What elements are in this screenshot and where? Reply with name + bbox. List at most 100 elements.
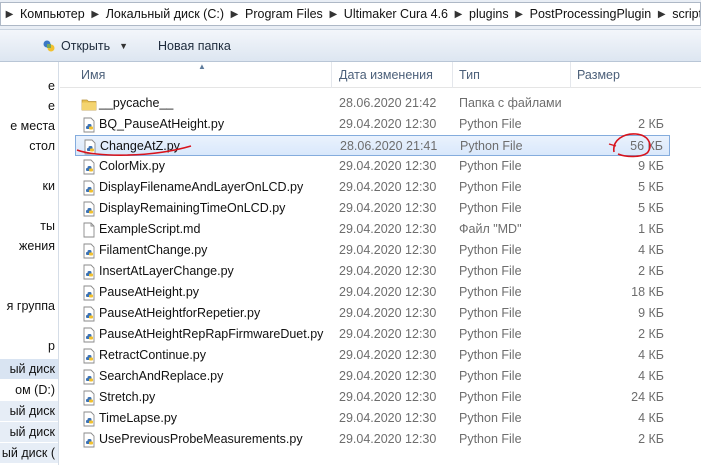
nav-item[interactable]: стол xyxy=(0,136,58,156)
file-type: Python File xyxy=(459,432,522,446)
nav-item[interactable] xyxy=(0,196,58,216)
breadcrumb-item[interactable]: ▶ Локальный диск (C:) xyxy=(87,3,226,25)
open-button[interactable]: Открыть ▼ xyxy=(34,34,136,58)
breadcrumb-separator-icon[interactable]: ▶ xyxy=(87,9,104,20)
nav-item[interactable]: я группа xyxy=(0,296,58,316)
python-file-icon xyxy=(83,411,95,427)
nav-item[interactable]: ый диск xyxy=(0,359,58,379)
navigation-pane: ее е места стол ки ты жения я группа р ый диск ом… xyxy=(0,62,59,465)
chevron-down-icon[interactable]: ▼ xyxy=(119,41,128,51)
nav-item-label: ый диск xyxy=(9,404,55,418)
file-size: 5 КБ xyxy=(638,201,664,215)
file-row[interactable]: UsePreviousProbeMeasurements.py 29.04.202… xyxy=(75,429,670,450)
python-file-icon xyxy=(83,432,95,448)
breadcrumb-label: Локальный диск (C:) xyxy=(105,7,224,21)
folder-icon xyxy=(81,99,97,111)
breadcrumb-label: Компьютер xyxy=(20,7,85,21)
file-row[interactable]: BQ_PauseAtHeight.py 29.04.2020 12:30 Pytho… xyxy=(75,114,670,135)
generic-file-icon xyxy=(83,222,95,238)
file-type: Папка с файлами xyxy=(459,96,562,110)
open-icon xyxy=(43,40,55,51)
breadcrumb-item[interactable]: ▶scripts xyxy=(653,3,700,25)
breadcrumb-separator-icon[interactable]: ▶ xyxy=(1,9,18,20)
nav-item[interactable]: ый диск ( xyxy=(0,443,58,463)
nav-item[interactable]: ый диск xyxy=(0,422,58,442)
file-date: 29.04.2020 12:30 xyxy=(339,411,437,425)
file-size: 9 КБ xyxy=(638,159,664,173)
column-type[interactable]: Тип xyxy=(453,62,571,88)
python-file-icon xyxy=(83,180,95,196)
nav-item[interactable] xyxy=(0,256,58,276)
file-date: 29.04.2020 12:30 xyxy=(339,264,437,278)
toolbar: Открыть ▼ Новая папка xyxy=(0,30,701,62)
nav-item[interactable] xyxy=(0,316,58,336)
file-list: Имя ▲ Дата изменения Тип Размер __pycach… xyxy=(60,62,701,465)
file-name: Stretch.py xyxy=(99,390,156,404)
file-row[interactable]: PauseAtHeightforRepetier.py 29.04.2020 12… xyxy=(75,303,670,324)
column-name-label: Имя xyxy=(81,68,106,82)
column-size[interactable]: Размер xyxy=(571,62,671,88)
file-row[interactable]: RetractContinue.py 29.04.2020 12:30 Python… xyxy=(75,345,670,366)
file-row[interactable]: Stretch.py 29.04.2020 12:30 Python File 24 … xyxy=(75,387,670,408)
breadcrumb-item[interactable]: ▶ Ultimaker Cura 4.6 xyxy=(325,3,450,25)
file-row[interactable]: DisplayRemainingTimeOnLCD.py 29.04.2020 1… xyxy=(75,198,670,219)
breadcrumb-separator-icon[interactable]: ▶ xyxy=(325,9,342,20)
breadcrumb-item[interactable]: ▶ PostProcessingPlugin xyxy=(511,3,654,25)
nav-item[interactable]: жения xyxy=(0,236,58,256)
file-row[interactable]: PauseAtHeightRepRapFirmwareDuet.py 29.04.… xyxy=(75,324,670,345)
nav-item[interactable]: ый диск xyxy=(0,401,58,421)
column-date[interactable]: Дата изменения xyxy=(333,62,453,88)
file-row[interactable]: InsertAtLayerChange.py 29.04.2020 12:30 Py… xyxy=(75,261,670,282)
nav-item-label: я группа xyxy=(6,299,55,313)
nav-item-label: р xyxy=(48,339,55,353)
file-date: 29.04.2020 12:30 xyxy=(339,180,437,194)
file-row[interactable]: ChangeAtZ.py 28.06.2020 21:41 Python File 5… xyxy=(75,135,670,156)
nav-item[interactable]: е места xyxy=(0,116,58,136)
nav-item[interactable]: ки xyxy=(0,176,58,196)
nav-item[interactable]: е xyxy=(0,96,58,116)
breadcrumb-separator-icon[interactable]: ▶ xyxy=(653,9,670,20)
file-row[interactable]: ColorMix.py 29.04.2020 12:30 Python File 9 … xyxy=(75,156,670,177)
file-size: 56 КБ xyxy=(630,139,663,153)
file-size: 4 КБ xyxy=(638,243,664,257)
file-row[interactable]: FilamentChange.py 29.04.2020 12:30 Python … xyxy=(75,240,670,261)
nav-item[interactable]: ом (D:) xyxy=(0,380,58,400)
breadcrumb-item[interactable]: ▶ Program Files xyxy=(226,3,325,25)
nav-item[interactable]: ты xyxy=(0,216,58,236)
breadcrumb-separator-icon[interactable]: ▶ xyxy=(450,9,467,20)
file-date: 29.04.2020 12:30 xyxy=(339,222,437,236)
file-name: DisplayFilenameAndLayerOnLCD.py xyxy=(99,180,304,194)
file-name: PauseAtHeight.py xyxy=(99,285,200,299)
file-size: 4 КБ xyxy=(638,348,664,362)
file-size: 2 КБ xyxy=(638,327,664,341)
breadcrumb-item[interactable]: ▶ plugins xyxy=(450,3,511,25)
file-name: TimeLapse.py xyxy=(99,411,178,425)
file-row[interactable]: ExampleScript.md 29.04.2020 12:30 Файл "MD… xyxy=(75,219,670,240)
file-date: 29.04.2020 12:30 xyxy=(339,369,437,383)
nav-item-label: ый диск xyxy=(9,362,55,376)
nav-item[interactable] xyxy=(0,276,58,296)
file-row[interactable]: SearchAndReplace.py 29.04.2020 12:30 Pytho… xyxy=(75,366,670,387)
breadcrumb-separator-icon[interactable]: ▶ xyxy=(226,9,243,20)
new-folder-button[interactable]: Новая папка xyxy=(150,34,239,58)
file-name: FilamentChange.py xyxy=(99,243,208,257)
column-header-row: Имя ▲ Дата изменения Тип Размер xyxy=(60,62,701,88)
file-size: 2 КБ xyxy=(638,117,664,131)
file-row[interactable]: DisplayFilenameAndLayerOnLCD.py 29.04.202… xyxy=(75,177,670,198)
file-date: 28.06.2020 21:42 xyxy=(339,96,437,110)
file-row[interactable]: TimeLapse.py 29.04.2020 12:30 Python File 4… xyxy=(75,408,670,429)
nav-item-label: е xyxy=(48,79,55,93)
file-row[interactable]: __pycache__ 28.06.2020 21:42 Папка с файла… xyxy=(75,93,670,114)
file-size: 4 КБ xyxy=(638,411,664,425)
python-file-icon xyxy=(83,201,95,217)
address-bar[interactable]: ▶ Компьютер ▶ Локальный диск (C:) ▶ Program F… xyxy=(0,2,701,26)
column-size-label: Размер xyxy=(577,68,620,82)
file-row[interactable]: PauseAtHeight.py 29.04.2020 12:30 Python F… xyxy=(75,282,670,303)
nav-item[interactable]: р xyxy=(0,336,58,356)
file-name: ChangeAtZ.py xyxy=(100,139,180,153)
nav-item[interactable] xyxy=(0,156,58,176)
breadcrumb-label: scripts xyxy=(672,7,700,21)
breadcrumb-separator-icon[interactable]: ▶ xyxy=(511,9,528,20)
nav-item[interactable]: е xyxy=(0,76,58,96)
breadcrumb-item[interactable]: ▶ Компьютер xyxy=(1,3,87,25)
